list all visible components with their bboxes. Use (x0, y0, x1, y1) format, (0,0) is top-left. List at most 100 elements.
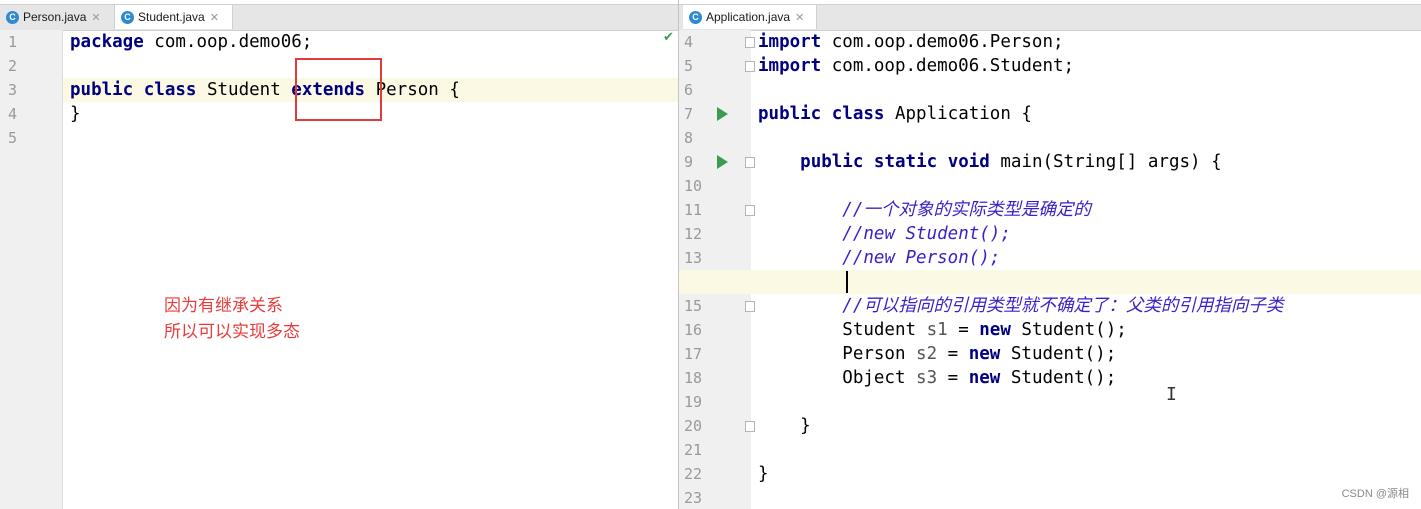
tab-label: Application.java (706, 10, 791, 24)
comment-token: //一个对象的实际类型是确定的 (842, 200, 1091, 220)
code-line[interactable]: Student s1 = new Student(); (679, 318, 1421, 342)
code-text: public static void main(String[] args) { (758, 150, 1221, 174)
code-line[interactable]: Person s2 = new Student(); (679, 342, 1421, 366)
code-line[interactable]: } (679, 414, 1421, 438)
code-line[interactable]: } (679, 462, 1421, 486)
keyword-token: public (800, 152, 864, 172)
code-token: Person (758, 344, 917, 364)
comment-token: //可以指向的引用类型就不确定了：父类的引用指向子类 (842, 296, 1284, 316)
code-text: Student s1 = new Student(); (758, 318, 1127, 342)
keyword-token: class (143, 80, 197, 100)
text-caret (846, 271, 848, 293)
keyword-token: new (979, 320, 1011, 340)
tab-application-java[interactable]: C Application.java ✕ (683, 5, 817, 29)
right-editor-pane: C Application.java ✕ 4567891011121314151… (679, 0, 1421, 509)
right-tab-bar: C Application.java ✕ (679, 4, 1421, 31)
code-text: import com.oop.demo06.Person; (758, 30, 1064, 54)
code-editor[interactable]: import com.oop.demo06.Person; import com.… (679, 30, 1421, 509)
class-icon: C (121, 10, 134, 24)
code-text: public class Student extends Person { (70, 78, 460, 102)
keyword-token: public (70, 80, 134, 100)
code-line[interactable]: public class Application { (679, 102, 1421, 126)
code-line[interactable]: import com.oop.demo06.Student; (679, 54, 1421, 78)
comment-token: //new Person(); (842, 248, 1001, 268)
mouse-ibeam-cursor: I (1166, 384, 1177, 405)
tab-person-java[interactable]: C Person.java ✕ (0, 5, 115, 29)
code-line[interactable] (679, 126, 1421, 150)
code-text: import com.oop.demo06.Student; (758, 54, 1074, 78)
code-token: com.oop.demo06.Person; (821, 32, 1064, 52)
annotation-line: 所以可以实现多态 (164, 322, 300, 342)
keyword-token: class (831, 104, 885, 124)
code-token: = (937, 368, 969, 388)
code-line[interactable] (679, 174, 1421, 198)
keyword-token: import (758, 56, 822, 76)
keyword-token: new (968, 344, 1001, 364)
code-line[interactable] (679, 390, 1421, 414)
code-text: package com.oop.demo06; (70, 30, 312, 54)
code-token: = (947, 320, 980, 340)
code-line[interactable] (679, 78, 1421, 102)
close-icon[interactable]: ✕ (210, 11, 219, 24)
keyword-token: import (758, 32, 822, 52)
close-icon[interactable]: ✕ (91, 11, 100, 24)
tab-label: Person.java (23, 10, 87, 24)
code-line[interactable]: //一个对象的实际类型是确定的 (679, 198, 1421, 222)
code-line[interactable]: //new Student(); (679, 222, 1421, 246)
code-line[interactable]: package com.oop.demo06; (0, 30, 678, 54)
code-token: Student (196, 80, 292, 100)
annotation-line: 因为有继承关系 (164, 296, 283, 316)
code-text: //new Person(); (758, 246, 1000, 270)
code-token: = (937, 344, 969, 364)
code-token: } (758, 464, 769, 484)
code-token: } (70, 104, 81, 124)
code-line[interactable]: //可以指向的引用类型就不确定了：父类的引用指向子类 (679, 294, 1421, 318)
code-token: Object (758, 368, 917, 388)
close-icon[interactable]: ✕ (795, 11, 804, 24)
check-icon: ✔ (663, 30, 674, 45)
code-token: com.oop.demo06.Student; (821, 56, 1075, 76)
code-text: Object s3 = new Student(); (758, 366, 1116, 390)
left-editor-pane: C Person.java ✕ C Student.java ✕ 12345 p… (0, 0, 679, 509)
tab-student-java[interactable]: C Student.java ✕ (115, 5, 233, 29)
watermark: CSDN @源相 (1341, 488, 1409, 500)
code-line[interactable]: //new Person(); (679, 246, 1421, 270)
class-icon: C (6, 10, 19, 24)
keyword-token: static (873, 152, 938, 172)
left-tab-bar: C Person.java ✕ C Student.java ✕ (0, 4, 678, 31)
code-text: //可以指向的引用类型就不确定了：父类的引用指向子类 (758, 294, 1283, 318)
code-token: s2 (916, 344, 938, 364)
code-text: //一个对象的实际类型是确定的 (758, 198, 1091, 222)
keyword-token: void (947, 152, 990, 172)
code-text: } (758, 414, 811, 438)
keyword-token: package (70, 32, 144, 52)
tab-label: Student.java (138, 10, 205, 24)
code-line[interactable] (679, 438, 1421, 462)
code-token: Student (758, 320, 927, 340)
code-line[interactable] (0, 126, 678, 150)
code-line[interactable]: public static void main(String[] args) { (679, 150, 1421, 174)
code-line[interactable] (679, 486, 1421, 509)
code-line[interactable]: Object s3 = new Student(); (679, 366, 1421, 390)
code-text: } (70, 102, 81, 126)
highlight-box (295, 58, 382, 121)
code-token: Student(); (1010, 320, 1127, 340)
keyword-token: new (968, 368, 1001, 388)
code-line[interactable]: import com.oop.demo06.Person; (679, 30, 1421, 54)
keyword-token: public (758, 104, 822, 124)
code-token: Student(); (1000, 368, 1117, 388)
code-text: public class Application { (758, 102, 1032, 126)
code-token: } (758, 416, 811, 436)
code-line[interactable] (679, 270, 1421, 294)
class-icon: C (689, 10, 702, 24)
code-text: //new Student(); (758, 222, 1011, 246)
code-text: Person s2 = new Student(); (758, 342, 1116, 366)
